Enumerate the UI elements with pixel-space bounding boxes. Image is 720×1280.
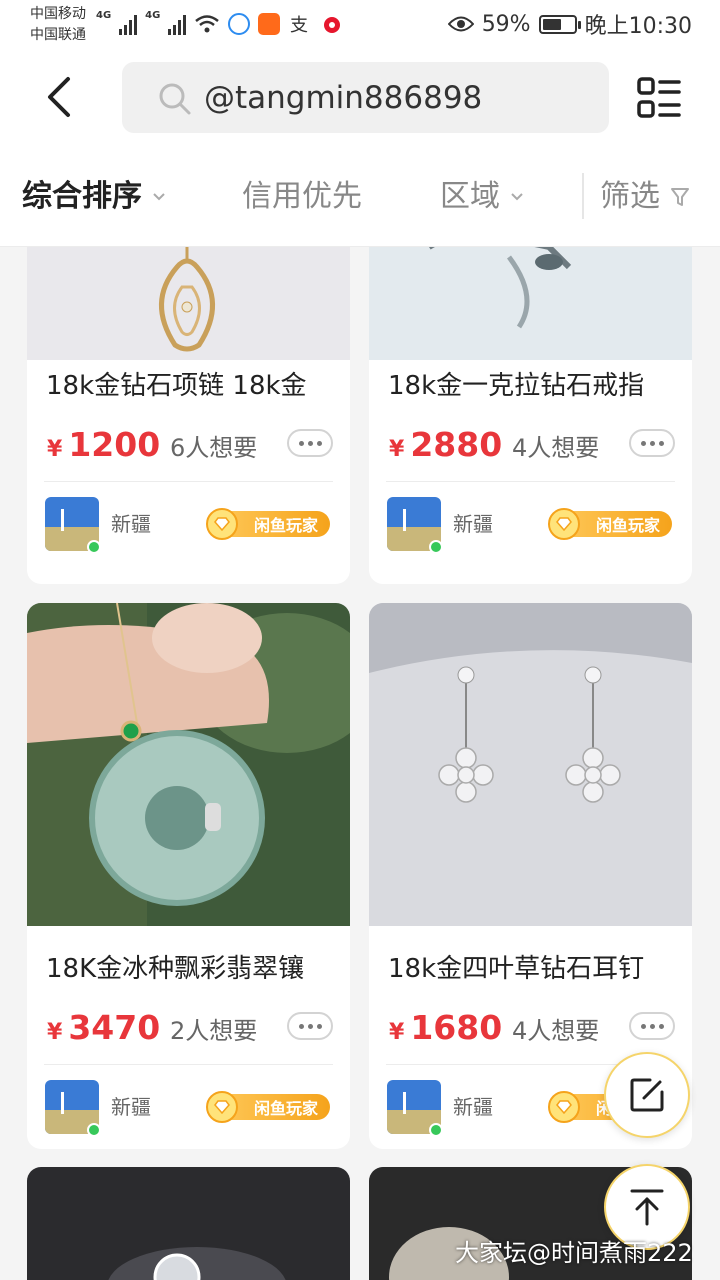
product-card[interactable]: 18k金钻石项链 18k金 ¥ 1200 6人想要 新疆 闲鱼玩家 xyxy=(27,247,350,584)
carrier-names: 中国移动 中国联通 xyxy=(30,4,86,46)
wifi-icon xyxy=(195,15,220,33)
product-price: ¥ 1200 xyxy=(47,425,160,464)
status-bar: 中国移动 中国联通 4G 4G 支 59% 晚上10:30 xyxy=(0,0,720,50)
product-title: 18k金钻石项链 18k金 xyxy=(46,371,307,401)
top-bar: @tangmin886898 xyxy=(0,50,720,145)
video-app-icon xyxy=(258,13,281,35)
price-value: 1680 xyxy=(410,1008,503,1047)
svg-text:支: 支 xyxy=(290,15,308,35)
badge-label: 闲鱼玩家 xyxy=(253,1099,318,1118)
network-type-2: 4G xyxy=(145,10,161,21)
filter-tab[interactable]: 筛选 xyxy=(600,177,690,217)
card-divider xyxy=(386,481,675,482)
seller-location: 新疆 xyxy=(111,512,151,536)
arrow-up-icon xyxy=(630,1189,664,1226)
xianyu-player-badge: 闲鱼玩家 xyxy=(206,508,330,540)
product-image-jade-pendant[interactable] xyxy=(27,603,350,926)
back-arrow-icon[interactable] xyxy=(40,75,80,119)
product-price: ¥ 1680 xyxy=(389,1008,502,1047)
seller-location: 新疆 xyxy=(453,512,493,536)
product-card[interactable]: 18k金一克拉钻石戒指 ¥ 2880 4人想要 新疆 闲鱼玩家 xyxy=(369,247,692,584)
funnel-icon xyxy=(671,188,689,206)
filter-label: 筛选 xyxy=(600,179,660,214)
search-query[interactable]: @tangmin886898 xyxy=(204,80,482,116)
xianyu-player-badge: 闲鱼玩家 xyxy=(206,1091,330,1123)
region-tab[interactable]: 区域 xyxy=(440,177,524,217)
alipay-icon: 支 xyxy=(290,15,308,35)
search-icon xyxy=(159,83,191,115)
currency-symbol: ¥ xyxy=(389,437,405,462)
region-label: 区域 xyxy=(440,179,500,214)
filter-bar: 综合排序 信用优先 区域 筛选 xyxy=(0,145,720,247)
carrier-1: 中国移动 xyxy=(30,6,86,22)
online-indicator xyxy=(429,1123,443,1137)
currency-symbol: ¥ xyxy=(47,1020,63,1045)
browser-app-icon xyxy=(228,13,251,35)
chevron-down-icon xyxy=(153,193,165,201)
card-divider xyxy=(44,1064,333,1065)
more-options-button[interactable] xyxy=(287,429,333,457)
online-indicator xyxy=(429,540,443,554)
product-price: ¥ 3470 xyxy=(47,1008,160,1047)
product-image-necklace[interactable] xyxy=(27,247,350,360)
product-image-ring[interactable] xyxy=(369,247,692,360)
diamond-icon xyxy=(548,1091,580,1123)
currency-symbol: ¥ xyxy=(47,437,63,462)
online-indicator xyxy=(87,1123,101,1137)
publish-button[interactable] xyxy=(604,1052,690,1138)
product-image-ring-dark[interactable] xyxy=(27,1167,350,1280)
product-title: 18k金一克拉钻石戒指 xyxy=(388,371,645,401)
more-options-button[interactable] xyxy=(287,1012,333,1040)
credit-first-tab[interactable]: 信用优先 xyxy=(242,177,362,217)
diamond-icon xyxy=(548,508,580,540)
seller-location: 新疆 xyxy=(453,1095,493,1119)
want-count: 2人想要 xyxy=(170,1017,258,1045)
battery-percent: 59% xyxy=(481,11,531,37)
card-divider xyxy=(44,481,333,482)
product-title: 18K金冰种飘彩翡翠镶 xyxy=(46,954,305,984)
more-options-button[interactable] xyxy=(629,1012,675,1040)
online-indicator xyxy=(87,540,101,554)
price-value: 2880 xyxy=(410,425,503,464)
battery-fill xyxy=(542,18,561,30)
credit-label: 信用优先 xyxy=(242,179,362,214)
sina-icon xyxy=(324,17,341,33)
product-card[interactable] xyxy=(27,1167,350,1280)
network-type-1: 4G xyxy=(96,10,112,21)
battery-icon xyxy=(538,14,581,34)
sort-label: 综合排序 xyxy=(22,179,142,214)
sort-comprehensive-tab[interactable]: 综合排序 xyxy=(22,177,166,217)
product-image-earrings[interactable] xyxy=(369,603,692,926)
product-grid: 18k金钻石项链 18k金 ¥ 1200 6人想要 新疆 闲鱼玩家 18k金一克… xyxy=(0,247,720,1280)
product-title: 18k金四叶草钻石耳钉 xyxy=(388,954,645,984)
eye-icon xyxy=(447,16,474,32)
watermark: 大家坛@时间煮雨222 xyxy=(455,1239,693,1267)
seller-location: 新疆 xyxy=(111,1095,151,1119)
filter-divider xyxy=(582,173,584,219)
currency-symbol: ¥ xyxy=(389,1020,405,1045)
badge-label: 闲鱼玩家 xyxy=(595,516,660,535)
want-count: 4人想要 xyxy=(512,434,600,462)
price-value: 3470 xyxy=(68,1008,161,1047)
signal-icon xyxy=(168,13,187,35)
status-icons: 4G 4G 支 xyxy=(96,10,346,38)
carrier-2: 中国联通 xyxy=(30,27,86,43)
signal-icon xyxy=(119,13,138,35)
status-right: 59% 晚上10:30 xyxy=(447,8,692,40)
list-view-icon[interactable] xyxy=(636,76,682,120)
diamond-icon xyxy=(206,508,238,540)
diamond-icon xyxy=(206,1091,238,1123)
product-price: ¥ 2880 xyxy=(389,425,502,464)
product-card[interactable]: 18K金冰种飘彩翡翠镶 ¥ 3470 2人想要 新疆 闲鱼玩家 xyxy=(27,603,350,1149)
more-options-button[interactable] xyxy=(629,429,675,457)
search-bar[interactable]: @tangmin886898 xyxy=(122,62,609,133)
chevron-down-icon xyxy=(511,193,523,201)
badge-label: 闲鱼玩家 xyxy=(253,516,318,535)
want-count: 4人想要 xyxy=(512,1017,600,1045)
price-value: 1200 xyxy=(68,425,161,464)
xianyu-player-badge: 闲鱼玩家 xyxy=(548,508,672,540)
want-count: 6人想要 xyxy=(170,434,258,462)
clock: 晚上10:30 xyxy=(584,14,692,39)
edit-icon xyxy=(630,1078,664,1112)
